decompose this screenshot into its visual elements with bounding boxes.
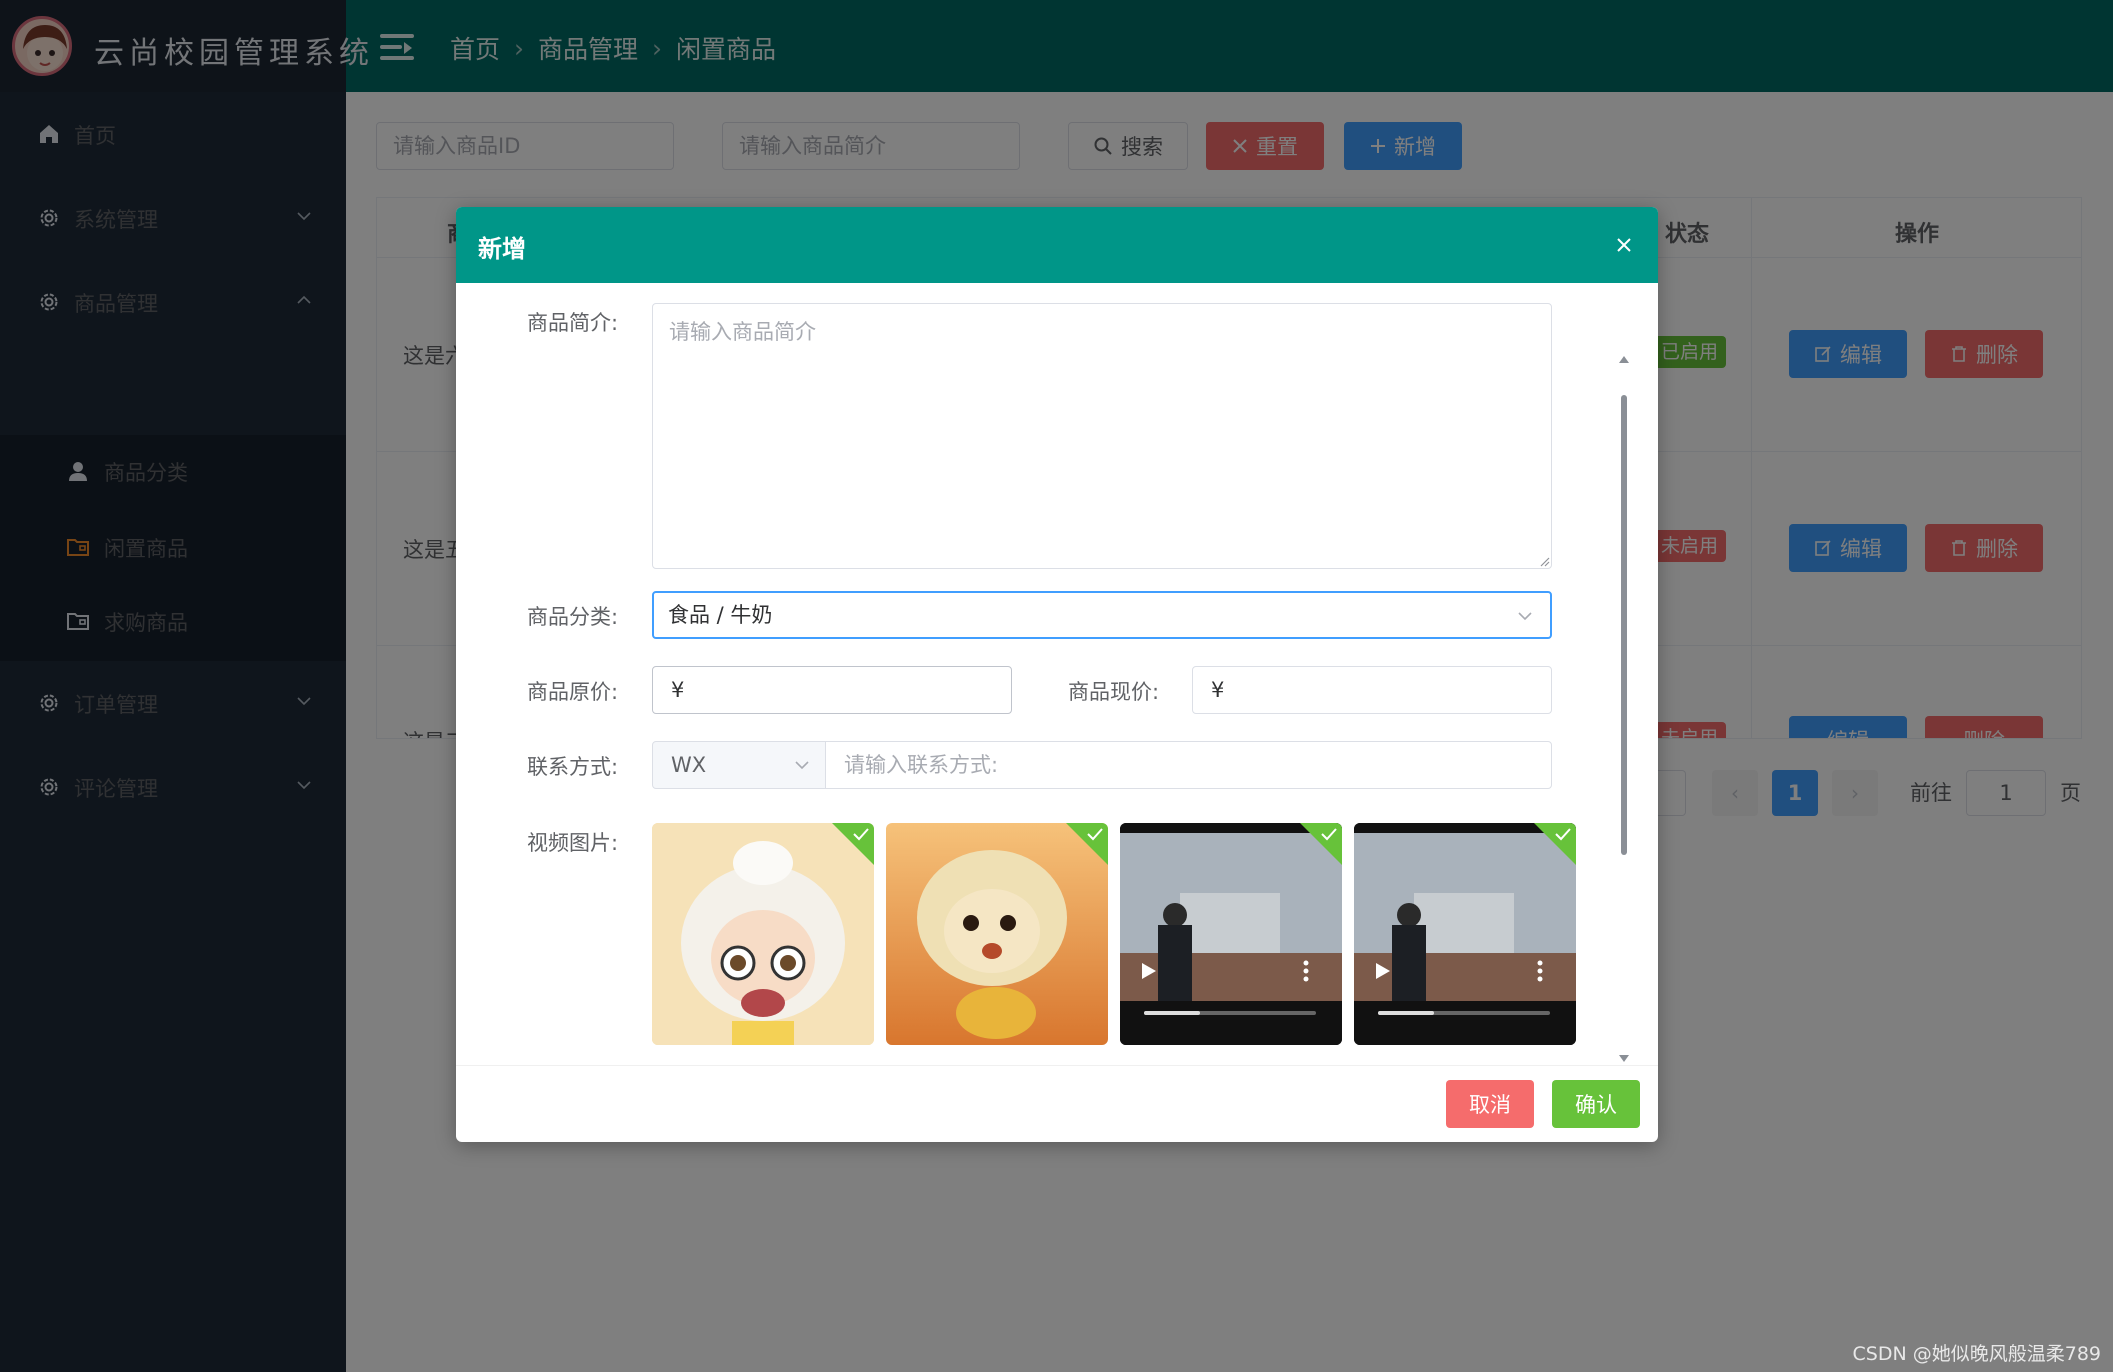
app-root: 云尚校园管理系统 首页 › 商品管理 › 闲置商品 首页 系统管理 商品	[0, 0, 2113, 1372]
cancel-button[interactable]: 取消	[1446, 1080, 1534, 1128]
resize-handle-icon[interactable]	[1538, 555, 1550, 567]
category-cascader[interactable]: 食品 / 牛奶	[652, 591, 1552, 639]
scroll-up-icon[interactable]	[1618, 353, 1630, 365]
contact-type-value: WX	[671, 753, 707, 777]
intro-textarea[interactable]: 请输入商品简介	[652, 303, 1552, 569]
currency-prefix: ¥	[1211, 678, 1225, 702]
uploaded-video-thumb[interactable]	[1120, 823, 1342, 1045]
original-price-input[interactable]: ¥	[652, 666, 1012, 714]
intro-label: 商品简介:	[527, 311, 619, 335]
confirm-button[interactable]: 确认	[1552, 1080, 1640, 1128]
check-icon	[853, 828, 869, 841]
check-icon	[1555, 828, 1571, 841]
check-icon	[1087, 828, 1103, 841]
uploaded-image-thumb[interactable]	[886, 823, 1108, 1045]
watermark-text: CSDN @她似晚风般温柔789	[1852, 1343, 2101, 1365]
dialog-scrollbar[interactable]	[1618, 356, 1630, 1062]
current-price-input[interactable]: ¥	[1192, 666, 1552, 714]
scroll-down-icon[interactable]	[1618, 1053, 1630, 1065]
close-icon[interactable]	[1612, 233, 1636, 257]
current-price-label: 商品现价:	[1068, 680, 1160, 704]
check-icon	[1321, 828, 1337, 841]
category-value: 食品 / 牛奶	[668, 603, 773, 627]
chevron-down-icon	[795, 761, 809, 770]
contact-label: 联系方式:	[527, 755, 619, 779]
media-label: 视频图片:	[527, 831, 619, 855]
chevron-down-icon	[1518, 612, 1532, 621]
contact-type-select[interactable]: WX	[652, 741, 826, 789]
dialog-body: 商品简介: 请输入商品简介 商品分类: 食品 / 牛奶 商品原价: ¥ 商品现价…	[456, 283, 1658, 1065]
dialog-title: 新增	[478, 235, 526, 263]
uploaded-image-thumb[interactable]	[652, 823, 874, 1045]
currency-prefix: ¥	[671, 678, 685, 702]
dialog-header: 新增	[456, 207, 1658, 283]
add-goods-dialog: 新增 商品简介: 请输入商品简介 商品分类: 食品 / 牛奶 商品原价: ¥ 商…	[456, 207, 1658, 1142]
category-label: 商品分类:	[527, 605, 619, 629]
scrollbar-thumb[interactable]	[1621, 395, 1627, 855]
uploaded-video-thumb[interactable]	[1354, 823, 1576, 1045]
original-price-label: 商品原价:	[527, 680, 619, 704]
dialog-footer: 取消 确认	[456, 1065, 1658, 1142]
contact-input[interactable]: 请输入联系方式:	[825, 741, 1552, 789]
